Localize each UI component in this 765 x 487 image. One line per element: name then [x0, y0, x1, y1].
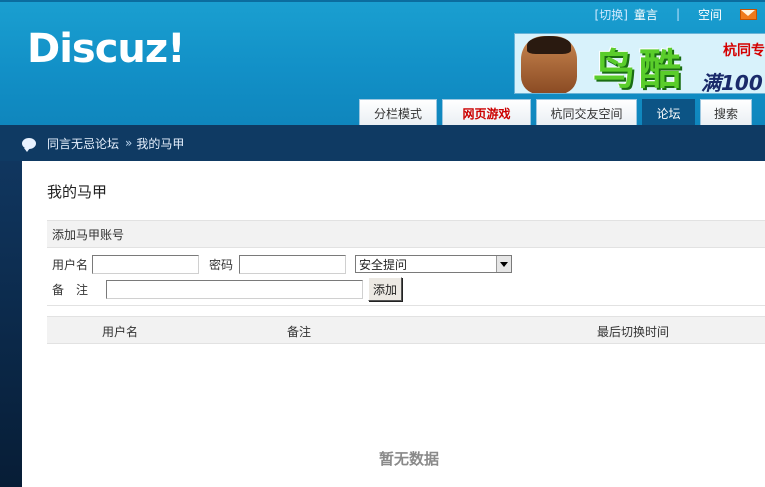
tab-search[interactable]: 搜索	[700, 99, 752, 127]
note-label: 备 注	[52, 282, 89, 297]
left-sidebar-fill	[0, 161, 22, 487]
tab-column-mode[interactable]: 分栏模式	[359, 99, 437, 127]
main-content: 我的马甲 添加马甲账号 用户名 密码 安全提问 备 注 添加 用户名 备注 最后…	[22, 161, 765, 487]
tab-dating-space[interactable]: 杭同交友空间	[536, 99, 637, 127]
add-alias-row-1: 用户名 密码 安全提问	[52, 254, 513, 274]
banner-headline: 鸟酷	[593, 45, 686, 94]
add-alias-heading: 添加马甲账号	[47, 220, 765, 248]
username-label: 用户名	[52, 257, 89, 272]
page-title: 我的马甲	[47, 183, 108, 201]
banner-tag: 杭同专	[723, 43, 765, 59]
security-question-value: 安全提问	[359, 257, 408, 272]
top-user-bar: [切换] 童言 | 空间	[595, 6, 761, 22]
tab-forum[interactable]: 论坛	[642, 99, 695, 127]
password-label: 密码	[209, 257, 234, 272]
section-divider	[47, 305, 765, 306]
username-input[interactable]	[92, 254, 200, 274]
note-input[interactable]	[106, 279, 364, 299]
header: Discuz! [切换] 童言 | 空间 鸟酷 杭同专 满100 分栏模式 网页…	[0, 0, 765, 127]
switch-account-link[interactable]: [切换]	[595, 6, 628, 23]
chat-bubble-icon	[22, 137, 36, 152]
mail-icon[interactable]	[740, 8, 757, 20]
password-input[interactable]	[239, 254, 347, 274]
site-logo[interactable]: Discuz!	[27, 26, 185, 72]
banner-ad[interactable]: 鸟酷 杭同专 满100	[514, 33, 765, 94]
alias-table-header: 用户名 备注 最后切换时间	[47, 316, 765, 344]
breadcrumb-forum-link[interactable]: 同言无忌论坛	[47, 135, 119, 152]
tab-web-games[interactable]: 网页游戏	[442, 99, 531, 127]
breadcrumb: 同言无忌论坛 » 我的马甲	[0, 125, 765, 161]
column-username: 用户名	[102, 325, 139, 339]
space-link[interactable]: 空间	[698, 6, 722, 23]
topbar-separator: |	[675, 7, 680, 21]
empty-state-text: 暂无数据	[379, 450, 440, 468]
breadcrumb-current: 我的马甲	[136, 136, 185, 151]
column-note: 备注	[287, 325, 312, 339]
banner-promo: 满100	[701, 71, 763, 94]
banner-character-image	[521, 36, 577, 93]
security-question-select[interactable]: 安全提问	[355, 255, 513, 273]
column-last-switch-time: 最后切换时间	[597, 325, 670, 339]
add-button[interactable]: 添加	[368, 277, 403, 301]
breadcrumb-separator: »	[125, 136, 133, 150]
username-link[interactable]: 童言	[634, 6, 658, 23]
add-alias-row-2: 备 注 添加	[52, 277, 403, 301]
chevron-down-icon[interactable]	[496, 256, 512, 272]
main-nav: 分栏模式 网页游戏 杭同交友空间 论坛 搜索	[359, 99, 757, 127]
